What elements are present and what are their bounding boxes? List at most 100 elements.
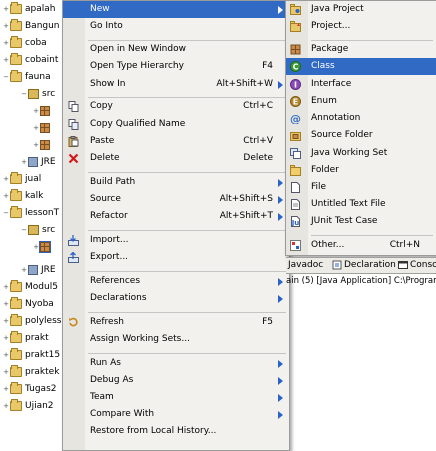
expand-icon[interactable]: +: [20, 154, 28, 171]
menu-item-run-as[interactable]: Run As: [63, 355, 289, 372]
menu-item-java-working-set[interactable]: Java Working Set: [286, 145, 436, 162]
menu-item-other[interactable]: Other... Ctrl+N: [286, 237, 436, 254]
expand-icon[interactable]: +: [2, 313, 10, 330]
menu-item-class[interactable]: C Class: [286, 58, 436, 75]
menu-item-assign-working-sets[interactable]: Assign Working Sets...: [63, 331, 289, 348]
tree-item[interactable]: + coba: [2, 35, 47, 52]
menu-item-source[interactable]: Source Alt+Shift+S: [63, 191, 289, 208]
menu-item-folder[interactable]: Folder: [286, 162, 436, 179]
expand-icon[interactable]: +: [2, 364, 10, 381]
menu-item-source-folder[interactable]: Source Folder: [286, 127, 436, 144]
tree-item[interactable]: + JRE: [20, 262, 56, 279]
expand-icon[interactable]: +: [2, 52, 10, 69]
tree-item[interactable]: +: [32, 239, 53, 256]
package-icon: [39, 240, 51, 253]
menu-item-declarations[interactable]: Declarations: [63, 290, 289, 307]
menu-item-compare-with[interactable]: Compare With: [63, 406, 289, 423]
tree-item[interactable]: + kalk: [2, 188, 43, 205]
menu-item-label: Java Project: [311, 4, 364, 14]
menu-item-build-path[interactable]: Build Path: [63, 174, 289, 191]
menu-item-copy[interactable]: Copy Ctrl+C: [63, 98, 289, 115]
tree-item[interactable]: + prakt15: [2, 347, 60, 364]
console-status-text: ain (5) [Java Application] C:\Program Fi…: [286, 276, 436, 286]
tree-item[interactable]: + praktek: [2, 364, 59, 381]
expand-icon[interactable]: +: [32, 120, 40, 137]
menu-item-annotation[interactable]: @ Annotation: [286, 110, 436, 127]
expand-icon[interactable]: +: [2, 188, 10, 205]
tab-javadoc[interactable]: Javadoc: [288, 258, 323, 273]
expand-icon[interactable]: +: [2, 1, 10, 18]
collapse-icon[interactable]: −: [2, 205, 10, 222]
expand-icon[interactable]: +: [2, 35, 10, 52]
tree-item[interactable]: +: [32, 120, 53, 137]
submenu-arrow-icon: [278, 377, 283, 385]
tree-item[interactable]: − src: [20, 222, 55, 239]
tree-item[interactable]: + prakt: [2, 330, 49, 347]
expand-icon[interactable]: +: [2, 18, 10, 35]
collapse-icon[interactable]: −: [20, 222, 28, 239]
submenu-arrow-icon: [278, 411, 283, 419]
delete-icon: [68, 153, 79, 164]
menu-item-refactor[interactable]: Refactor Alt+Shift+T: [63, 208, 289, 225]
menu-item-team[interactable]: Team: [63, 389, 289, 406]
tree-item[interactable]: − src: [20, 86, 55, 103]
expand-icon[interactable]: +: [2, 171, 10, 188]
menu-item-open-type-hierarchy[interactable]: Open Type Hierarchy F4: [63, 58, 289, 75]
tree-item[interactable]: + jual: [2, 171, 41, 188]
tree-item[interactable]: + Nyoba: [2, 296, 54, 313]
expand-icon[interactable]: +: [2, 279, 10, 296]
tab-console[interactable]: Conso: [398, 258, 436, 273]
menu-item-delete[interactable]: Delete Delete: [63, 150, 289, 167]
expand-icon[interactable]: +: [2, 398, 10, 415]
tree-item[interactable]: + Ujian2: [2, 398, 54, 415]
expand-icon[interactable]: +: [32, 239, 40, 256]
menu-item-go-into[interactable]: Go Into: [63, 18, 289, 35]
tree-item[interactable]: +: [32, 103, 53, 120]
tab-declaration[interactable]: Declaration: [332, 258, 396, 273]
menu-item-label: Run As: [90, 358, 121, 368]
menu-item-paste[interactable]: Paste Ctrl+V: [63, 133, 289, 150]
menu-item-copy-qualified-name[interactable]: Copy Qualified Name: [63, 116, 289, 133]
menu-item-restore-from-local-history[interactable]: Restore from Local History...: [63, 423, 289, 440]
expand-icon[interactable]: +: [2, 330, 10, 347]
expand-icon[interactable]: +: [2, 296, 10, 313]
menu-item-debug-as[interactable]: Debug As: [63, 372, 289, 389]
expand-icon[interactable]: +: [2, 347, 10, 364]
expand-icon[interactable]: +: [2, 381, 10, 398]
project-folder-icon: [10, 347, 22, 360]
menu-item-new[interactable]: New: [63, 1, 289, 18]
menu-item-refresh[interactable]: Refresh F5: [63, 314, 289, 331]
expand-icon[interactable]: +: [32, 103, 40, 120]
submenu-arrow-icon: [278, 360, 283, 368]
menu-item-import[interactable]: Import...: [63, 232, 289, 249]
tree-item[interactable]: + cobaint: [2, 52, 58, 69]
menu-item-project[interactable]: Project...: [286, 18, 436, 35]
menu-item-java-project[interactable]: Java Project: [286, 1, 436, 18]
tree-item[interactable]: − lessonT: [2, 205, 59, 222]
menu-item-file[interactable]: File: [286, 179, 436, 196]
tree-item[interactable]: + Tugas2: [2, 381, 56, 398]
expand-icon[interactable]: +: [32, 137, 40, 154]
menu-item-enum[interactable]: E Enum: [286, 93, 436, 110]
tree-item-label: cobaint: [25, 55, 59, 65]
collapse-icon[interactable]: −: [2, 69, 10, 86]
tree-item[interactable]: + Bangun: [2, 18, 60, 35]
menu-item-show-in[interactable]: Show In Alt+Shift+W: [63, 76, 289, 93]
tree-item[interactable]: +: [32, 137, 53, 154]
menu-item-package[interactable]: Package: [286, 41, 436, 58]
menu-item-references[interactable]: References: [63, 273, 289, 290]
tree-item[interactable]: − fauna: [2, 69, 51, 86]
tree-item[interactable]: + polyless: [2, 313, 61, 330]
tree-item[interactable]: + JRE: [20, 154, 56, 171]
menu-item-open-in-new-window[interactable]: Open in New Window: [63, 41, 289, 58]
expand-icon[interactable]: +: [20, 262, 28, 279]
menu-item-export[interactable]: Export...: [63, 249, 289, 266]
menu-item-untitled-text-file[interactable]: Untitled Text File: [286, 196, 436, 213]
tree-item[interactable]: + apalah: [2, 1, 55, 18]
tree-item[interactable]: + Modul5: [2, 279, 58, 296]
menu-item-label: Source: [90, 194, 121, 204]
menu-item-junit-test-case[interactable]: Ju JUnit Test Case: [286, 213, 436, 230]
collapse-icon[interactable]: −: [20, 86, 28, 103]
menu-item-label: Source Folder: [311, 130, 373, 140]
menu-item-interface[interactable]: I Interface: [286, 76, 436, 93]
